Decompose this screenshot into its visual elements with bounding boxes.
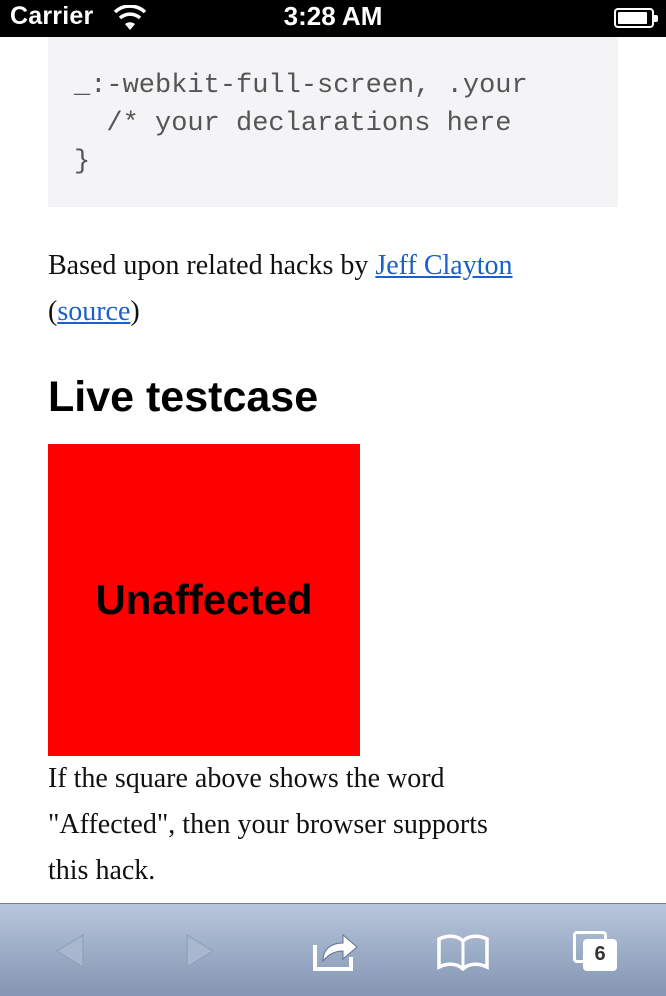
web-content[interactable]: _:-webkit-full-screen, .your /* your dec…	[0, 37, 666, 903]
browser-toolbar: 6	[0, 903, 666, 996]
result-line: If the square above shows the word	[48, 763, 445, 794]
code-block: _:-webkit-full-screen, .your /* your dec…	[48, 37, 618, 207]
open-paren: (	[48, 296, 58, 327]
share-icon	[313, 933, 358, 971]
test-square-text: Unaffected	[95, 576, 313, 623]
tabs-button[interactable]: 6	[555, 904, 635, 996]
code-line: _:-webkit-full-screen, .your	[74, 71, 528, 101]
jeff-clayton-link[interactable]: Jeff Clayton	[375, 250, 512, 281]
tabs-count: 6	[594, 943, 606, 965]
code-line: /* your declarations here	[74, 109, 512, 139]
result-line: "Affected", then your browser supports	[48, 809, 488, 840]
tabs-icon: 6	[571, 929, 619, 973]
credit-paragraph: Based upon related hacks by Jeff Clayton…	[48, 243, 513, 335]
back-icon	[56, 933, 84, 968]
section-heading: Live testcase	[48, 373, 319, 421]
credit-text: Based upon related hacks by	[48, 250, 376, 281]
source-link[interactable]: source	[57, 296, 130, 327]
test-square: Unaffected	[48, 444, 360, 756]
forward-button[interactable]	[160, 904, 240, 996]
bookmarks-button[interactable]	[423, 904, 503, 996]
status-bar: Carrier 3:28 AM	[0, 0, 666, 37]
close-paren: )	[130, 296, 140, 327]
battery-level	[618, 12, 647, 24]
battery-icon	[614, 8, 658, 28]
share-button[interactable]	[295, 904, 375, 996]
bookmarks-icon	[437, 934, 489, 971]
code-line: }	[74, 147, 91, 177]
forward-icon	[186, 933, 214, 968]
status-time: 3:28 AM	[283, 1, 383, 31]
result-paragraph: If the square above shows the word "Affe…	[48, 756, 488, 894]
back-button[interactable]	[30, 904, 110, 996]
result-line: this hack.	[48, 855, 156, 886]
